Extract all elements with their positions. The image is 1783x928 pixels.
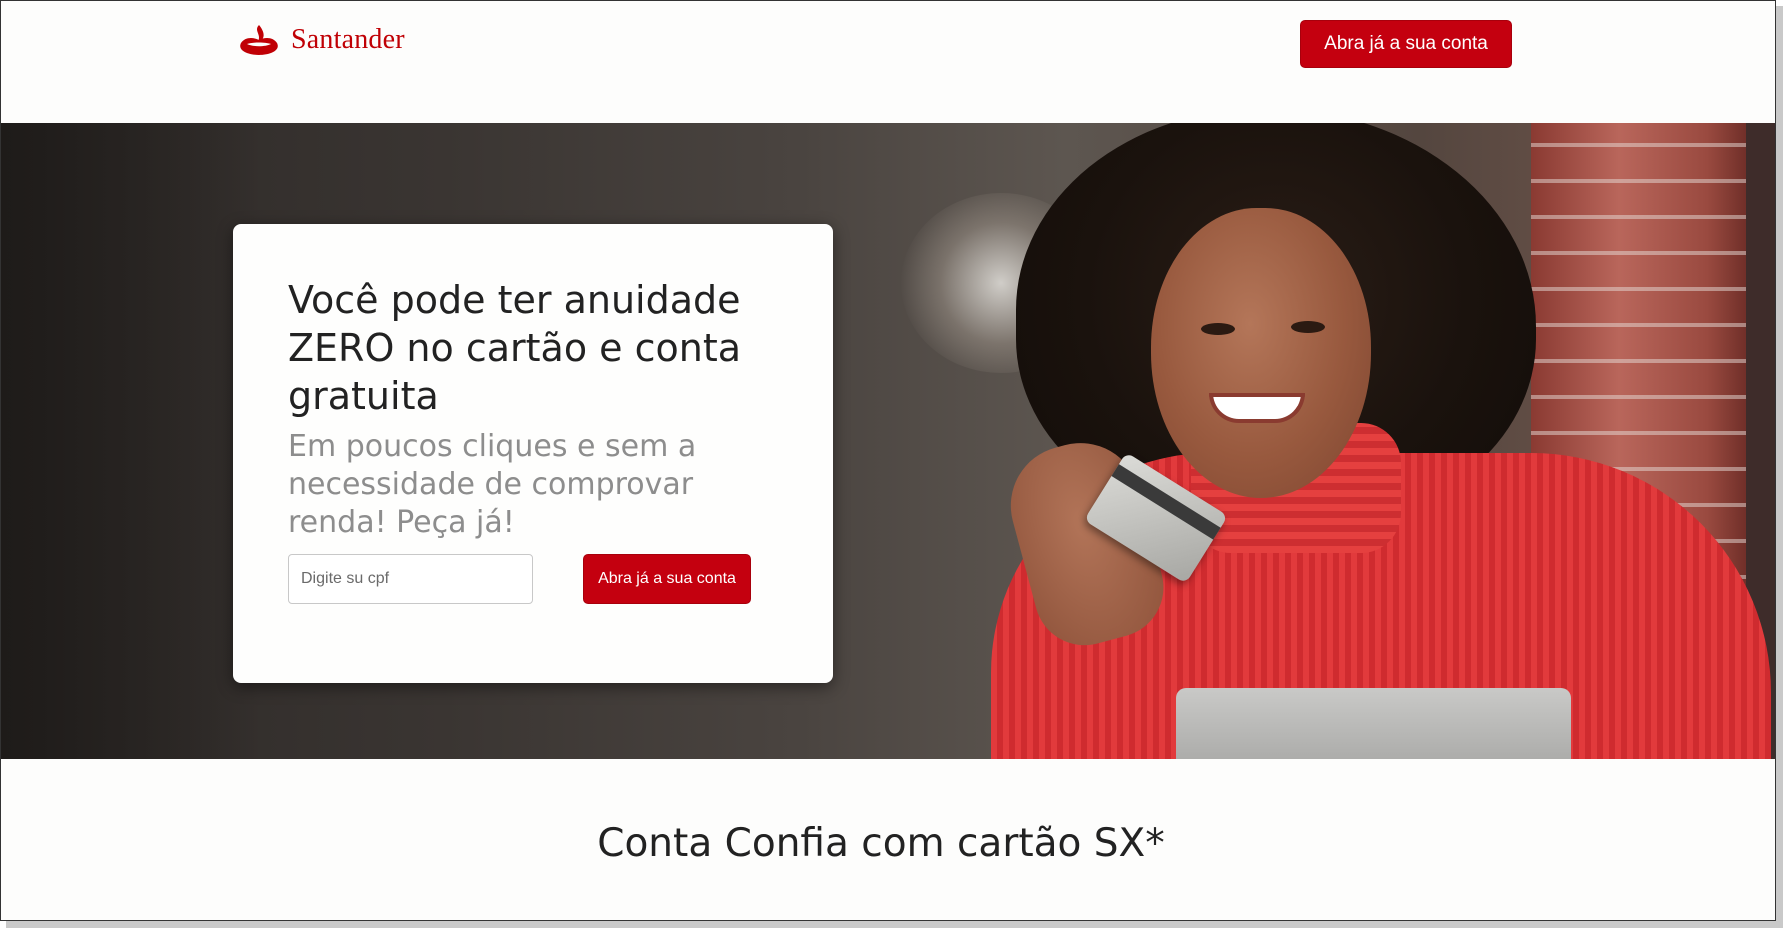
hero-banner: Você pode ter anuidade ZERO no cartão e … — [1, 123, 1775, 759]
site-header: Santander Abra já a sua conta — [1, 1, 1775, 123]
hero-background-shade — [1, 123, 261, 759]
signup-card: Você pode ter anuidade ZERO no cartão e … — [233, 224, 833, 683]
browser-page: Santander Abra já a sua conta Você pode … — [0, 0, 1776, 921]
santander-flame-icon — [240, 25, 278, 55]
hero-photo-smile — [1209, 393, 1305, 423]
product-section: Conta Confia com cartão SX* — [1, 759, 1775, 920]
santander-logo[interactable]: Santander — [237, 23, 405, 57]
hero-title: Você pode ter anuidade ZERO no cartão e … — [288, 278, 742, 418]
hero-photo-eye-left — [1201, 323, 1235, 335]
open-account-button[interactable]: Abra já a sua conta — [583, 554, 751, 604]
open-account-header-button[interactable]: Abra já a sua conta — [1300, 20, 1512, 68]
hero-subtitle: Em poucos cliques e sem a necessidade de… — [288, 429, 697, 540]
section-title: Conta Confia com cartão SX* — [597, 821, 1165, 866]
window-shadow-right — [1776, 6, 1783, 928]
cpf-input[interactable] — [288, 554, 533, 604]
hero-photo-eye-right — [1291, 321, 1325, 333]
window-shadow-bottom — [6, 921, 1783, 928]
brand-name: Santander — [291, 24, 405, 55]
hero-photo-face — [1151, 208, 1371, 498]
hero-photo-laptop — [1176, 688, 1571, 759]
